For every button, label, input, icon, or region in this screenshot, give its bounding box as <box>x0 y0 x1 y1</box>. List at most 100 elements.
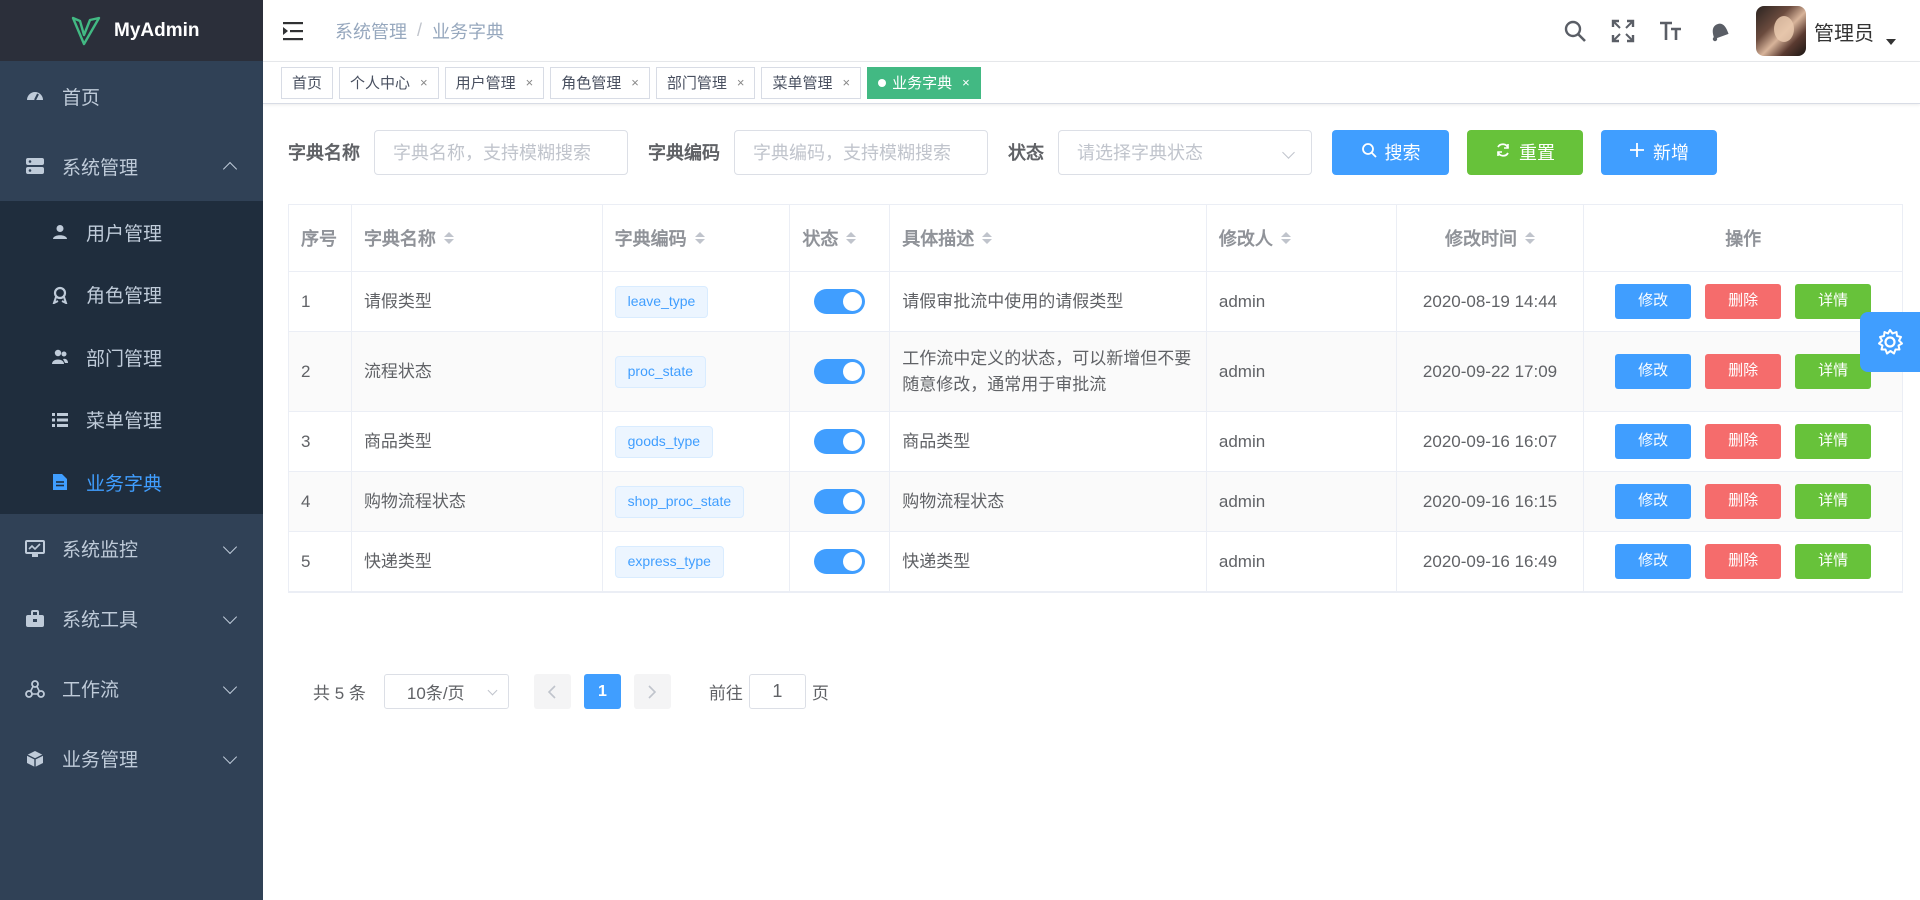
col-header-name[interactable]: 字典名称 <box>352 205 603 271</box>
tag-departments[interactable]: 部门管理 × <box>655 66 756 99</box>
sidebar-item-label: 角色管理 <box>86 286 163 308</box>
cell-modifier: admin <box>1207 272 1397 331</box>
sidebar-item-monitor[interactable]: 系统监控 <box>0 514 263 584</box>
col-header-label: 字典编码 <box>614 229 687 249</box>
edit-button[interactable]: 修改 <box>1615 544 1692 579</box>
edit-button[interactable]: 修改 <box>1615 284 1692 319</box>
sidebar-item-tools[interactable]: 系统工具 <box>0 584 263 654</box>
col-header-desc[interactable]: 具体描述 <box>890 205 1207 271</box>
tag-users[interactable]: 用户管理 × <box>444 66 545 99</box>
col-header-label: 状态 <box>802 229 839 249</box>
next-page-button[interactable] <box>633 674 671 709</box>
delete-button[interactable]: 删除 <box>1705 424 1782 459</box>
status-label: 状态 <box>1008 143 1044 163</box>
sidebar-item-home[interactable]: 首页 <box>0 61 263 131</box>
tag-home[interactable]: 首页 <box>281 66 334 99</box>
sidebar-item-departments[interactable]: 部门管理 <box>0 326 263 389</box>
sort-icon[interactable] <box>982 232 993 244</box>
sidebar-item-business[interactable]: 业务管理 <box>0 724 263 794</box>
dict-name-input[interactable]: 字典名称，支持模糊搜索 <box>374 129 628 175</box>
search-button[interactable]: 搜索 <box>1332 129 1449 175</box>
sidebar-item-workflow[interactable]: 工作流 <box>0 654 263 724</box>
page-size-value: 10条/页 <box>406 684 465 703</box>
delete-button[interactable]: 删除 <box>1705 354 1782 389</box>
col-header-modifier[interactable]: 修改人 <box>1207 205 1397 271</box>
detail-button[interactable]: 详情 <box>1795 424 1872 459</box>
delete-button[interactable]: 删除 <box>1705 284 1782 319</box>
status-switch[interactable] <box>814 359 866 384</box>
fullscreen-icon[interactable] <box>1610 18 1636 44</box>
page-number[interactable]: 1 <box>583 674 621 709</box>
avatar[interactable] <box>1756 6 1806 56</box>
tag-dictionary[interactable]: 业务字典 × <box>867 66 981 99</box>
sidebar-item-roles[interactable]: 角色管理 <box>0 264 263 327</box>
settings-button[interactable] <box>1860 312 1920 372</box>
cell-status <box>790 272 891 331</box>
status-switch[interactable] <box>814 549 866 574</box>
cell-time: 2020-09-16 16:49 <box>1397 532 1585 591</box>
add-button[interactable]: 新增 <box>1601 129 1717 175</box>
sort-icon[interactable] <box>1525 232 1536 244</box>
dictionary-table: 序号 字典名称 字典编码 状态 具体描述 修改人 修改时间 操作 1 请假类型 … <box>288 204 1903 593</box>
cell-actions: 修改 删除 详情 <box>1584 412 1902 471</box>
logo[interactable]: MyAdmin <box>0 0 263 61</box>
tag-roles[interactable]: 角色管理 × <box>550 66 650 99</box>
delete-button[interactable]: 删除 <box>1705 544 1782 579</box>
cell-time: 2020-09-16 16:07 <box>1397 412 1585 471</box>
breadcrumb: 系统管理 / 业务字典 <box>335 18 504 44</box>
edit-button[interactable]: 修改 <box>1615 484 1692 519</box>
close-icon[interactable]: × <box>526 75 534 90</box>
sort-icon[interactable] <box>1280 232 1291 244</box>
col-header-time[interactable]: 修改时间 <box>1397 205 1585 271</box>
sidebar-item-users[interactable]: 用户管理 <box>0 201 263 264</box>
sidebar-item-dictionary[interactable]: 业务字典 <box>0 451 263 514</box>
breadcrumb-item[interactable]: 系统管理 <box>335 18 407 44</box>
goto-page-input[interactable]: 1 <box>748 674 806 709</box>
status-switch[interactable] <box>814 489 866 514</box>
page-size-select[interactable]: 10条/页 <box>383 674 509 709</box>
detail-button[interactable]: 详情 <box>1795 544 1872 579</box>
caret-down-icon[interactable] <box>1886 39 1896 45</box>
status-switch[interactable] <box>814 429 866 454</box>
edit-button[interactable]: 修改 <box>1615 424 1692 459</box>
bell-icon[interactable] <box>1706 18 1732 44</box>
cell-actions: 修改 删除 详情 <box>1584 332 1902 411</box>
sidebar-item-label: 工作流 <box>62 680 120 701</box>
menu-fold-icon[interactable] <box>283 21 305 41</box>
detail-button[interactable]: 详情 <box>1795 284 1872 319</box>
search-icon[interactable] <box>1562 18 1588 44</box>
sort-icon[interactable] <box>443 232 454 244</box>
status-select[interactable]: 请选择字典状态 <box>1058 129 1312 175</box>
sidebar-item-system[interactable]: 系统管理 <box>0 131 263 201</box>
cell-time: 2020-09-16 16:15 <box>1397 472 1585 531</box>
close-icon[interactable]: × <box>737 75 745 90</box>
close-icon[interactable]: × <box>420 75 428 90</box>
reset-button[interactable]: 重置 <box>1467 129 1583 175</box>
close-icon[interactable]: × <box>842 75 850 90</box>
detail-button[interactable]: 详情 <box>1795 484 1872 519</box>
edit-button[interactable]: 修改 <box>1615 354 1692 389</box>
close-icon[interactable]: × <box>631 75 639 90</box>
close-icon[interactable]: × <box>962 75 970 90</box>
status-switch[interactable] <box>814 289 866 314</box>
font-size-icon[interactable] <box>1658 18 1684 44</box>
pagination: 共 5 条 10条/页 1 前往 1 页 <box>313 674 829 709</box>
app-title: MyAdmin <box>114 19 200 41</box>
table-row: 5 快递类型 express_type 快递类型 admin 2020-09-1… <box>289 532 1902 592</box>
tag-label: 角色管理 <box>561 75 622 92</box>
delete-button[interactable]: 删除 <box>1705 484 1782 519</box>
tag-profile[interactable]: 个人中心 × <box>339 66 439 99</box>
sort-icon[interactable] <box>694 232 705 244</box>
username[interactable]: 管理员 <box>1814 17 1874 46</box>
col-header-status[interactable]: 状态 <box>790 205 891 271</box>
dict-code-input[interactable]: 字典编码，支持模糊搜索 <box>734 129 988 175</box>
sort-icon[interactable] <box>846 232 857 244</box>
sidebar-item-menus[interactable]: 菜单管理 <box>0 389 263 452</box>
col-header-code[interactable]: 字典编码 <box>603 205 791 271</box>
cell-actions: 修改 删除 详情 <box>1584 272 1902 331</box>
prev-page-button[interactable] <box>533 674 571 709</box>
cell-modifier: admin <box>1207 472 1397 531</box>
tag-label: 业务字典 <box>892 75 953 92</box>
sidebar-item-label: 系统监控 <box>62 540 139 561</box>
tag-menus[interactable]: 菜单管理 × <box>761 66 862 99</box>
